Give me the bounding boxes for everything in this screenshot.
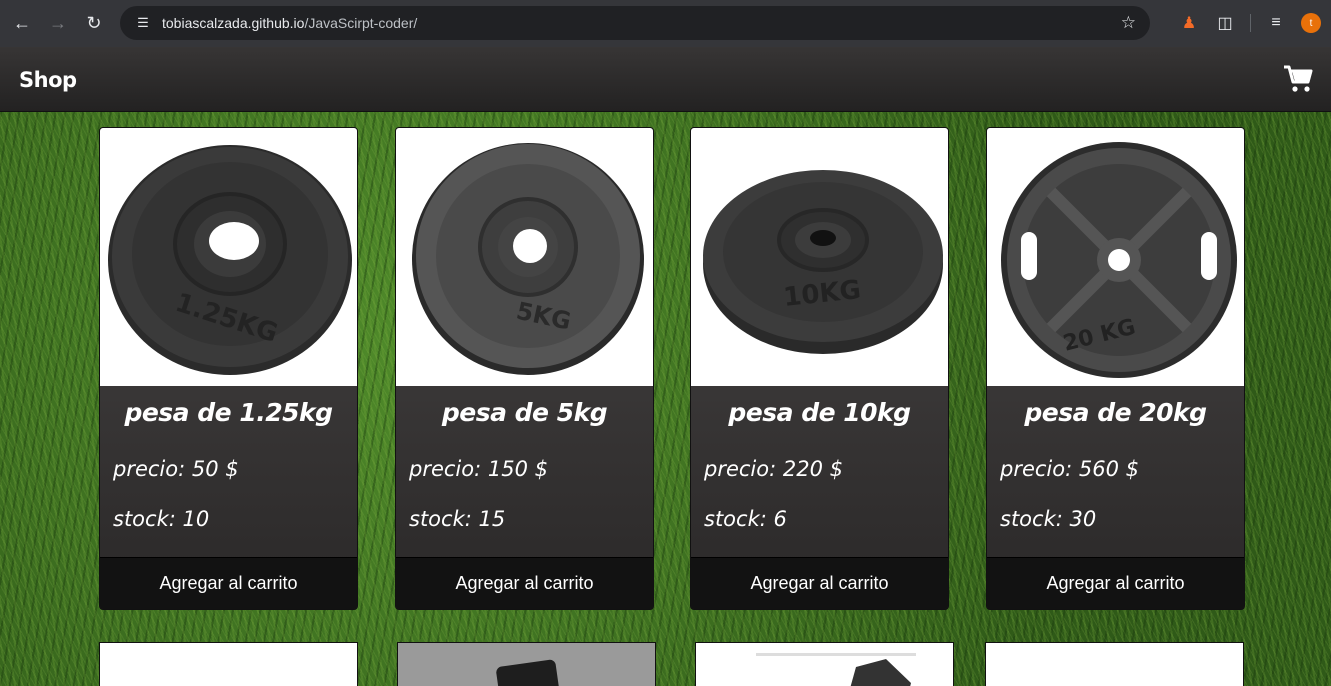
forward-icon[interactable]: → bbox=[42, 8, 74, 40]
add-to-cart-button[interactable]: Agregar al carrito bbox=[100, 557, 357, 609]
back-icon[interactable]: ← bbox=[6, 8, 38, 40]
app-header: Shop bbox=[0, 47, 1331, 112]
page-title[interactable]: Shop bbox=[19, 68, 77, 92]
bookmark-star-icon[interactable]: ☆ bbox=[1121, 13, 1136, 33]
product-name: pesa de 10kg bbox=[728, 398, 911, 427]
product-card-partial bbox=[985, 642, 1244, 686]
weight-plate-image: 1.25KG bbox=[107, 145, 352, 375]
product-card: 10KG pesa de 10kg precio: 220 $ stock: 6… bbox=[690, 127, 949, 610]
product-card: 20 KG pesa de 20kg precio: 560 $ stock: … bbox=[986, 127, 1245, 610]
product-price: precio: 150 $ bbox=[409, 457, 548, 481]
product-image bbox=[398, 643, 655, 686]
browser-right-icons: ♟ ◫ ≡ t bbox=[1178, 8, 1321, 38]
product-image: 10KG bbox=[691, 128, 948, 386]
product-image: 20 KG bbox=[987, 128, 1244, 386]
product-image bbox=[100, 643, 358, 686]
product-card-partial bbox=[397, 642, 656, 686]
grass-background: 1.25KG pesa de 1.25kg precio: 50 $ stock… bbox=[0, 112, 1331, 686]
extensions-puzzle-icon[interactable]: ◫ bbox=[1214, 13, 1236, 33]
url-host: tobiascalzada.github.io bbox=[162, 15, 305, 31]
product-name: pesa de 1.25kg bbox=[124, 398, 333, 427]
add-to-cart-button[interactable]: Agregar al carrito bbox=[396, 557, 653, 609]
product-image bbox=[756, 653, 916, 686]
weight-plate-image: 5KG bbox=[411, 143, 644, 375]
product-card-partial bbox=[99, 642, 358, 686]
add-to-cart-button[interactable]: Agregar al carrito bbox=[987, 557, 1244, 609]
url-text[interactable]: tobiascalzada.github.io/JavaScirpt-coder… bbox=[162, 15, 417, 31]
product-price: precio: 220 $ bbox=[704, 457, 843, 481]
product-stock: stock: 15 bbox=[409, 507, 506, 531]
cart-icon[interactable] bbox=[1283, 65, 1313, 93]
product-stock: stock: 30 bbox=[1000, 507, 1097, 531]
url-path: /JavaScirpt-coder/ bbox=[304, 15, 418, 31]
product-card: 1.25KG pesa de 1.25kg precio: 50 $ stock… bbox=[99, 127, 358, 610]
product-price: precio: 50 $ bbox=[113, 457, 239, 481]
product-name: pesa de 5kg bbox=[441, 398, 608, 427]
weight-plate-image: 10KG bbox=[702, 170, 943, 354]
product-card-partial bbox=[695, 642, 954, 686]
product-name: pesa de 20kg bbox=[1024, 398, 1207, 427]
product-image: 1.25KG bbox=[100, 128, 357, 386]
site-settings-icon[interactable]: ☰ bbox=[128, 15, 158, 31]
reload-icon[interactable]: ↻ bbox=[78, 8, 110, 40]
reading-list-icon[interactable]: ≡ bbox=[1265, 14, 1287, 32]
extension-icon[interactable]: ♟ bbox=[1178, 13, 1200, 33]
toolbar-divider bbox=[1250, 14, 1251, 32]
add-to-cart-button[interactable]: Agregar al carrito bbox=[691, 557, 948, 609]
product-stock: stock: 6 bbox=[704, 507, 787, 531]
product-image: 5KG bbox=[396, 128, 653, 386]
product-card: 5KG pesa de 5kg precio: 150 $ stock: 15 … bbox=[395, 127, 654, 610]
profile-avatar[interactable]: t bbox=[1301, 13, 1321, 33]
weight-plate-image: 20 KG bbox=[1000, 142, 1237, 378]
product-stock: stock: 10 bbox=[113, 507, 210, 531]
browser-toolbar: ← → ↻ ☰ tobiascalzada.github.io/JavaScir… bbox=[0, 0, 1331, 47]
address-bar[interactable]: ☰ tobiascalzada.github.io/JavaScirpt-cod… bbox=[120, 6, 1150, 40]
product-price: precio: 560 $ bbox=[1000, 457, 1139, 481]
